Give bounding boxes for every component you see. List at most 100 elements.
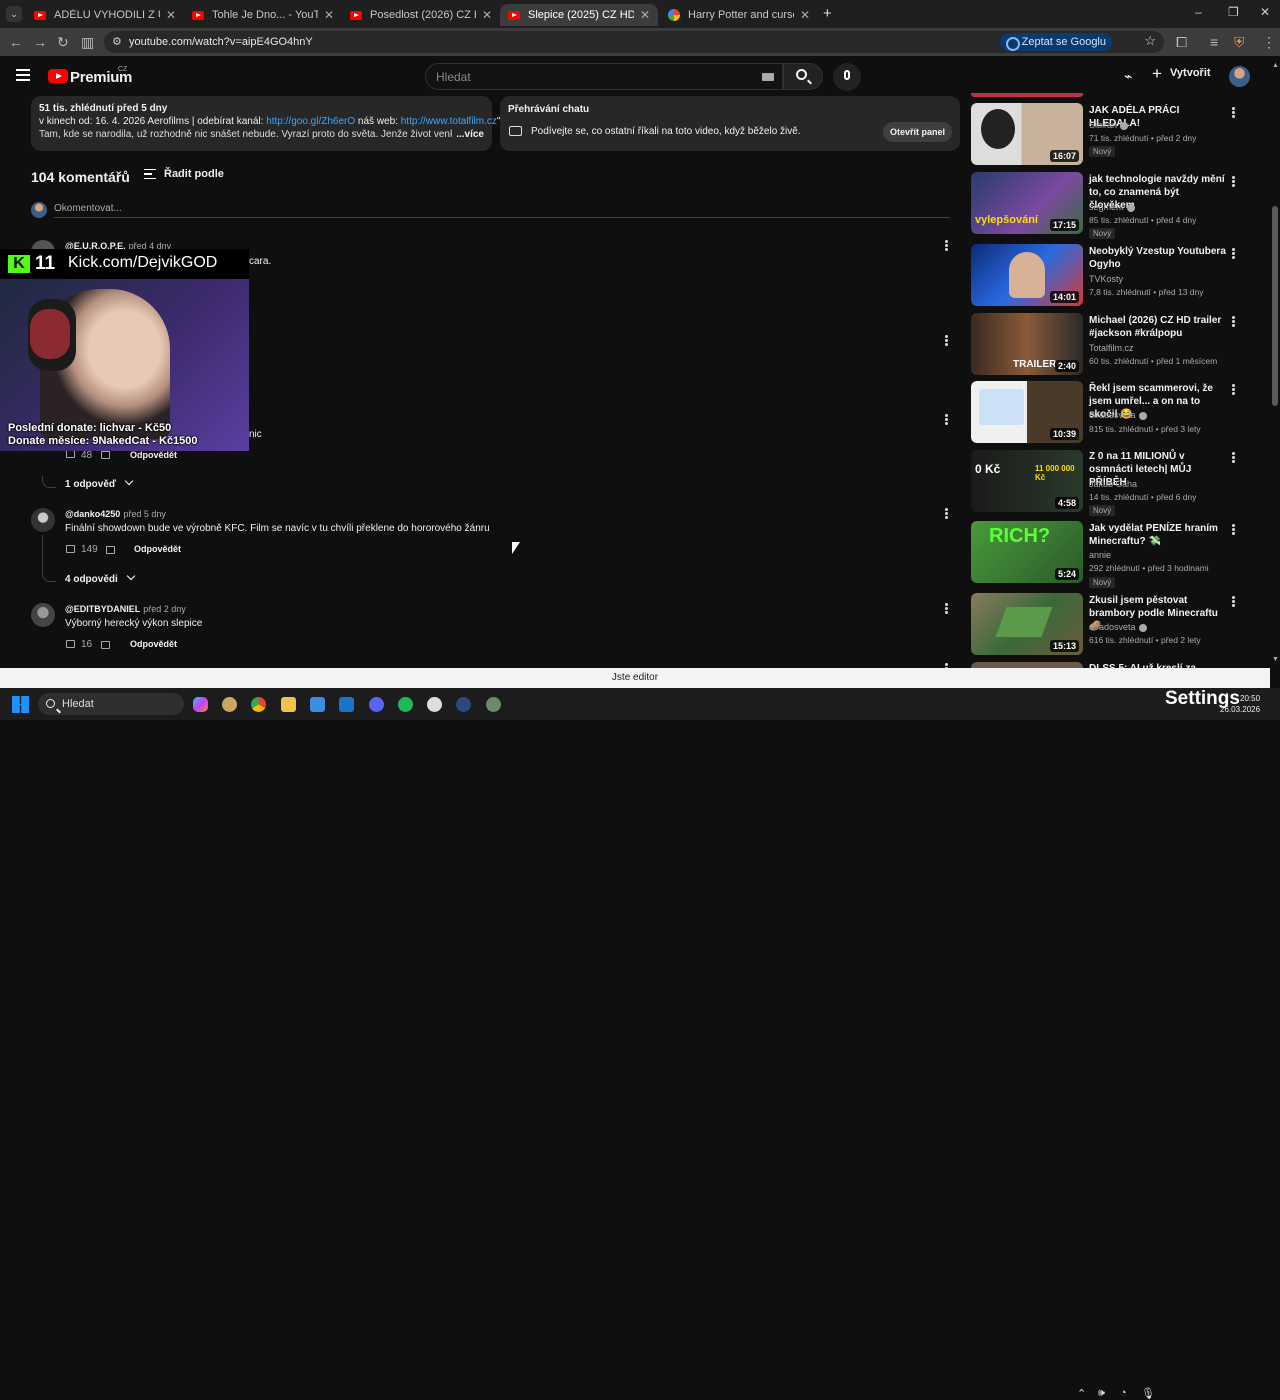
- recommendation-menu-icon[interactable]: [1232, 596, 1235, 599]
- scrollbar-thumb[interactable]: [1272, 206, 1278, 406]
- open-panel-button[interactable]: Otevřít panel: [882, 122, 952, 142]
- like-icon[interactable]: [66, 545, 75, 553]
- recommendation-channel[interactable]: TVKosty: [1089, 274, 1123, 284]
- recommendation-channel[interactable]: diradosveta: [1089, 410, 1147, 420]
- outlook-icon[interactable]: [339, 697, 354, 712]
- site-info-icon[interactable]: ⚙: [112, 35, 122, 48]
- recommendation-thumbnail[interactable]: 14:01: [971, 244, 1083, 306]
- reload-icon[interactable]: ↻: [57, 34, 69, 51]
- taskbar-search-input[interactable]: Hledat: [38, 693, 184, 715]
- steam-icon[interactable]: [456, 697, 471, 712]
- comment-author[interactable]: @EDITBYDANIEL před 2 dny: [65, 604, 186, 614]
- forward-icon[interactable]: →: [33, 34, 47, 50]
- new-tab-button[interactable]: +: [823, 5, 832, 22]
- comment-author[interactable]: @danko4250 před 5 dny: [65, 509, 166, 519]
- chrome-icon[interactable]: [251, 697, 266, 712]
- app-icon[interactable]: [222, 697, 237, 712]
- comment-menu-icon[interactable]: [945, 335, 948, 338]
- description-link-channel[interactable]: http://goo.gl/Zh6erO: [266, 116, 355, 127]
- spotify-icon[interactable]: [398, 697, 413, 712]
- view-replies-button[interactable]: 1 odpověď: [65, 476, 134, 490]
- recommendation-menu-icon[interactable]: [1232, 524, 1235, 527]
- comment-date[interactable]: před 5 dny: [123, 509, 166, 519]
- ask-google-button[interactable]: Zeptat se Googlu: [999, 33, 1112, 51]
- video-description[interactable]: 51 tis. zhlédnutí před 5 dny v kinech od…: [31, 96, 500, 151]
- tab-tohle-je-dno[interactable]: Tohle Je Dno... - YouTube ✕: [184, 4, 342, 26]
- profile-icon[interactable]: ⛨: [1234, 34, 1245, 51]
- extensions-icon[interactable]: ⧠: [1176, 34, 1187, 51]
- volume-icon[interactable]: 🕪: [1098, 1387, 1105, 1400]
- dislike-icon[interactable]: [101, 641, 110, 649]
- keyboard-icon[interactable]: [762, 73, 774, 81]
- recommendation-thumbnail[interactable]: 0 Kč 11 000 000 Kč 4:58: [971, 450, 1083, 512]
- comment-date[interactable]: před 2 dny: [143, 604, 186, 614]
- recommendation-thumbnail[interactable]: 15:13: [971, 593, 1083, 655]
- like-icon[interactable]: [66, 640, 75, 648]
- recommendation-menu-icon[interactable]: [1232, 107, 1235, 110]
- microphone-icon[interactable]: 🎙: [1141, 1387, 1155, 1400]
- sort-by-button[interactable]: Řadit podle: [164, 168, 224, 180]
- recommendation-channel[interactable]: annie: [1089, 550, 1111, 560]
- recommendation-title[interactable]: Jak vydělat PENÍZE hraním Minecraftu? 💸: [1089, 522, 1227, 548]
- omnibox[interactable]: ⚙ youtube.com/watch?v=aipE4GO4hnY ⧉ Zept…: [104, 31, 1164, 53]
- reply-button[interactable]: Odpovědět: [130, 450, 177, 460]
- search-input[interactable]: Hledat: [425, 63, 783, 90]
- recommendation-menu-icon[interactable]: [1232, 248, 1235, 251]
- scrollbar[interactable]: ▲ ▼: [1270, 56, 1280, 668]
- avatar[interactable]: [31, 603, 55, 627]
- network-icon[interactable]: ◔: [1120, 1387, 1127, 1399]
- reply-button[interactable]: Odpovědět: [130, 639, 177, 649]
- comment-menu-icon[interactable]: [945, 603, 948, 606]
- copilot-icon[interactable]: [193, 697, 208, 712]
- recommendation-menu-icon[interactable]: [1232, 452, 1235, 455]
- add-comment-input[interactable]: Okomentovat...: [54, 203, 122, 214]
- recommendation-thumbnail[interactable]: vylepšování 17:15: [971, 172, 1083, 234]
- recommendation-thumbnail[interactable]: TRAILER 2:40: [971, 313, 1083, 375]
- sort-icon[interactable]: [144, 169, 156, 179]
- close-icon[interactable]: ✕: [166, 8, 176, 22]
- recommendation-menu-icon[interactable]: [1232, 384, 1235, 387]
- tab-search-dropdown-icon[interactable]: ⌄: [6, 6, 22, 22]
- tray-chevron-icon[interactable]: ⌃: [1077, 1387, 1086, 1400]
- tab-slepice[interactable]: Slepice (2025) CZ HD trailer - Yo ✕: [500, 4, 658, 26]
- file-explorer-icon[interactable]: [281, 697, 296, 712]
- settings-gear-icon[interactable]: [486, 697, 501, 712]
- close-window-button[interactable]: ✕: [1260, 5, 1270, 19]
- avatar[interactable]: [31, 508, 55, 532]
- close-icon[interactable]: ✕: [482, 8, 492, 22]
- recommendation-title[interactable]: Neobyklý Vzestup Youtubera Ogyho: [1089, 245, 1227, 271]
- system-clock[interactable]: 20:50 26.03.2026: [1220, 693, 1260, 715]
- comment-menu-icon[interactable]: [945, 414, 948, 417]
- show-more-button[interactable]: ...více: [452, 128, 484, 141]
- reply-button[interactable]: Odpovědět: [134, 544, 181, 554]
- recommendation-channel[interactable]: diradosveta: [1089, 622, 1147, 632]
- tab-adela[interactable]: ADÉLU VYHODILI Z UBYTOVÁNÍ ✕: [26, 4, 184, 26]
- dislike-icon[interactable]: [106, 546, 115, 554]
- close-icon[interactable]: ✕: [640, 8, 650, 22]
- view-replies-button[interactable]: 4 odpovědi: [65, 571, 136, 585]
- recommendation-title[interactable]: Michael (2026) CZ HD trailer #jackson #k…: [1089, 314, 1227, 340]
- voice-search-button[interactable]: [833, 63, 861, 91]
- recommendation-channel[interactable]: Jakub Caha: [1089, 479, 1137, 489]
- browser-menu-icon[interactable]: ⋮: [1262, 34, 1276, 51]
- url-text[interactable]: youtube.com/watch?v=aipE4GO4hnY: [129, 36, 313, 48]
- split-view-icon[interactable]: ▥: [81, 34, 94, 51]
- close-icon[interactable]: ✕: [800, 8, 810, 22]
- recommendation-menu-icon[interactable]: [1232, 176, 1235, 179]
- create-button[interactable]: Vytvořit: [1170, 67, 1211, 79]
- comment-menu-icon[interactable]: [945, 663, 948, 666]
- media-icon[interactable]: ≡: [1210, 34, 1218, 50]
- search-button[interactable]: [783, 63, 823, 90]
- recommendation-channel[interactable]: segment: [1089, 202, 1135, 212]
- recommendation-thumbnail[interactable]: RICH? 5:24: [971, 521, 1083, 583]
- scroll-up-icon[interactable]: ▲: [1272, 62, 1279, 69]
- dislike-icon[interactable]: [101, 451, 110, 459]
- youtube-logo-icon[interactable]: [48, 69, 68, 83]
- bookmark-star-icon[interactable]: ☆: [1144, 33, 1156, 49]
- windows-start-icon[interactable]: [12, 696, 29, 713]
- scroll-down-icon[interactable]: ▼: [1272, 656, 1279, 663]
- maximize-button[interactable]: ❐: [1228, 5, 1239, 19]
- close-icon[interactable]: ✕: [324, 8, 334, 22]
- cast-icon[interactable]: ⌁: [1124, 68, 1132, 85]
- minimize-button[interactable]: –: [1195, 5, 1202, 19]
